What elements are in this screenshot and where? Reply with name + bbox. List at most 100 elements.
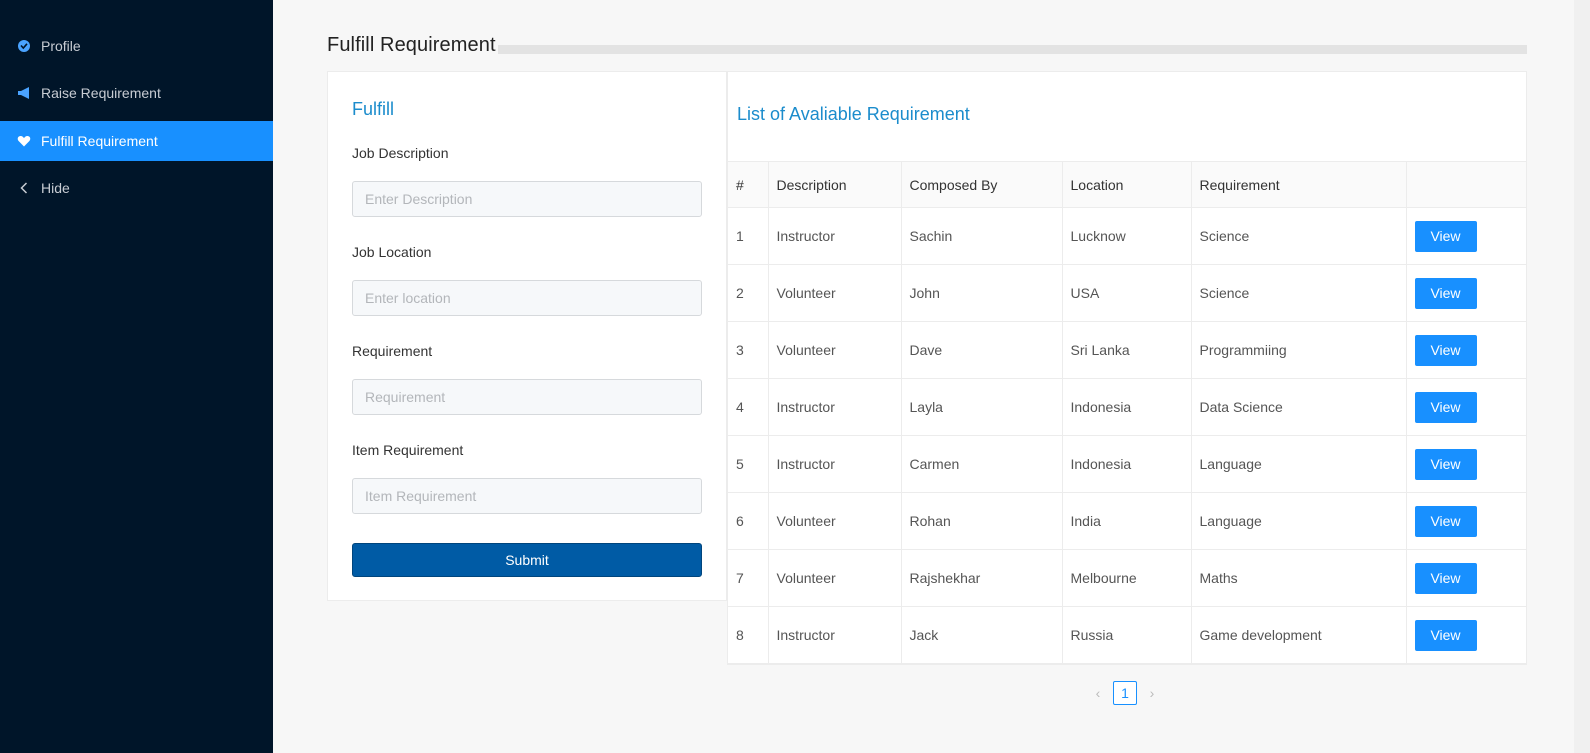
table-cell: Programmiing — [1191, 321, 1407, 379]
view-button[interactable]: View — [1414, 448, 1477, 480]
prev-page-icon[interactable]: ‹ — [1087, 681, 1109, 705]
sidebar-item-raise-requirement[interactable]: Raise Requirement — [0, 73, 273, 113]
table-row: 5 Instructor Carmen Indonesia Language V… — [728, 435, 1526, 493]
table-cell: Instructor — [768, 435, 902, 493]
table-cell: View — [1406, 207, 1526, 265]
table-cell: View — [1406, 321, 1526, 379]
table-cell: USA — [1062, 264, 1192, 322]
table-cell: Instructor — [768, 606, 902, 664]
column-header: Composed By — [901, 161, 1063, 208]
next-page-icon[interactable]: › — [1141, 681, 1163, 705]
table-cell: Rohan — [901, 492, 1063, 550]
sidebar-item-fulfill-requirement[interactable]: Fulfill Requirement — [0, 121, 273, 161]
table-cell: Volunteer — [768, 321, 902, 379]
pagination: ‹ 1 › — [1087, 681, 1163, 705]
item-requirement-input[interactable] — [352, 478, 702, 514]
table-cell: Dave — [901, 321, 1063, 379]
form-heading: Fulfill — [352, 99, 395, 119]
table-cell: Instructor — [768, 207, 902, 265]
table-cell: Rajshekhar — [901, 549, 1063, 607]
view-button[interactable]: View — [1414, 334, 1477, 366]
heart-icon — [17, 134, 31, 148]
table-cell: Sachin — [901, 207, 1063, 265]
profile-icon — [17, 39, 31, 53]
submit-button[interactable]: Submit — [352, 543, 702, 577]
sidebar-item-label: Profile — [41, 38, 81, 54]
table-cell: John — [901, 264, 1063, 322]
column-header: Requirement — [1191, 161, 1407, 208]
requirement-input[interactable] — [352, 379, 702, 415]
table-cell: Instructor — [768, 378, 902, 436]
table-cell: 5 — [728, 435, 769, 493]
table-cell: View — [1406, 435, 1526, 493]
table-row: 7 Volunteer Rajshekhar Melbourne Maths V… — [728, 549, 1526, 607]
sidebar-item-label: Fulfill Requirement — [41, 133, 158, 149]
job-description-input[interactable] — [352, 181, 702, 217]
view-button[interactable]: View — [1414, 391, 1477, 423]
table-cell: View — [1406, 549, 1526, 607]
table-cell: Jack — [901, 606, 1063, 664]
column-header: # — [728, 161, 769, 208]
table-row: 8 Instructor Jack Russia Game developmen… — [728, 606, 1526, 664]
table-row: 2 Volunteer John USA Science View — [728, 264, 1526, 322]
table-cell: Carmen — [901, 435, 1063, 493]
sidebar-item-profile[interactable]: Profile — [0, 26, 273, 66]
table-cell: View — [1406, 606, 1526, 664]
table-cell: Data Science — [1191, 378, 1407, 436]
table-cell: View — [1406, 378, 1526, 436]
table-cell: Language — [1191, 435, 1407, 493]
table-cell: Volunteer — [768, 264, 902, 322]
chevron-left-icon — [17, 181, 31, 195]
job-location-label: Job Location — [352, 244, 432, 260]
table-row: 4 Instructor Layla Indonesia Data Scienc… — [728, 378, 1526, 436]
table-cell: View — [1406, 492, 1526, 550]
megaphone-icon — [17, 86, 31, 100]
table-cell: Game development — [1191, 606, 1407, 664]
sidebar-item-hide[interactable]: Hide — [0, 168, 273, 208]
table-cell: Volunteer — [768, 549, 902, 607]
table-cell: Science — [1191, 207, 1407, 265]
table-cell: 3 — [728, 321, 769, 379]
view-button[interactable]: View — [1414, 562, 1477, 594]
table-cell: Sri Lanka — [1062, 321, 1192, 379]
table-row: 6 Volunteer Rohan India Language View — [728, 492, 1526, 550]
sidebar: Profile Raise Requirement Fulfill Requir… — [0, 0, 273, 753]
table-cell: 8 — [728, 606, 769, 664]
table-cell: Melbourne — [1062, 549, 1192, 607]
table-cell: Volunteer — [768, 492, 902, 550]
table-cell: View — [1406, 264, 1526, 322]
requirement-label: Requirement — [352, 343, 433, 359]
view-button[interactable]: View — [1414, 619, 1477, 651]
view-button[interactable]: View — [1414, 277, 1477, 309]
table-cell: India — [1062, 492, 1192, 550]
view-button[interactable]: View — [1414, 505, 1477, 537]
table-cell: 6 — [728, 492, 769, 550]
table-cell: Science — [1191, 264, 1407, 322]
page-number-1[interactable]: 1 — [1113, 681, 1137, 705]
table-cell: Russia — [1062, 606, 1192, 664]
title-divider — [327, 45, 1527, 54]
sidebar-item-label: Raise Requirement — [41, 85, 161, 101]
table-cell: Maths — [1191, 549, 1407, 607]
column-header: Location — [1062, 161, 1192, 208]
job-description-label: Job Description — [352, 145, 449, 161]
view-button[interactable]: View — [1414, 220, 1477, 252]
table-cell: Language — [1191, 492, 1407, 550]
column-header — [1406, 161, 1526, 208]
table-cell: Lucknow — [1062, 207, 1192, 265]
table-cell: Indonesia — [1062, 378, 1192, 436]
job-location-input[interactable] — [352, 280, 702, 316]
requirements-list: List of Avaliable Requirement # Descript… — [727, 71, 1527, 665]
table-cell: 1 — [728, 207, 769, 265]
table-cell: 4 — [728, 378, 769, 436]
table-cell: 7 — [728, 549, 769, 607]
sidebar-item-label: Hide — [41, 180, 70, 196]
column-header: Description — [768, 161, 902, 208]
vertical-scrollbar[interactable] — [1574, 0, 1590, 753]
main-content: Fulfill Requirement Fulfill Job Descript… — [273, 0, 1590, 753]
table-header-row: # Description Composed By Location Requi… — [728, 161, 1526, 208]
table-row: 3 Volunteer Dave Sri Lanka Programmiing … — [728, 321, 1526, 379]
list-heading: List of Avaliable Requirement — [737, 104, 970, 124]
table-cell: 2 — [728, 264, 769, 322]
table-cell: Indonesia — [1062, 435, 1192, 493]
